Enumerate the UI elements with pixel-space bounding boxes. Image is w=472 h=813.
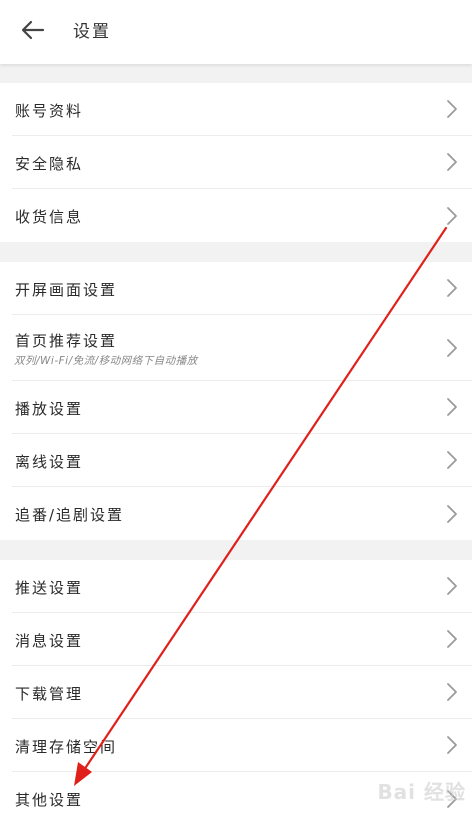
arrow-left-icon	[21, 20, 45, 40]
chevron-right-icon	[447, 683, 457, 701]
chevron-right-icon	[447, 451, 457, 469]
settings-item-home-recommend[interactable]: 首页推荐设置 双列/Wi-Fi/免流/移动网络下自动播放	[12, 315, 472, 381]
chevron-right-icon	[447, 398, 457, 416]
settings-item-label: 消息设置	[15, 632, 84, 650]
settings-item-follow-series[interactable]: 追番/追剧设置	[12, 487, 472, 540]
settings-item-offline[interactable]: 离线设置	[12, 434, 472, 487]
settings-item-label: 下载管理	[15, 685, 84, 703]
settings-item-label: 收货信息	[15, 208, 84, 226]
settings-item-label: 播放设置	[15, 400, 84, 418]
watermark-logo: Bai 经验	[377, 780, 466, 804]
settings-item-label: 其他设置	[15, 791, 84, 809]
chevron-right-icon	[447, 577, 457, 595]
settings-item-splash-screen[interactable]: 开屏画面设置	[12, 262, 472, 315]
settings-item-messages[interactable]: 消息设置	[12, 613, 472, 666]
chevron-right-icon	[447, 630, 457, 648]
page-title: 设置	[73, 22, 111, 42]
settings-item-label: 清理存储空间	[15, 738, 118, 756]
settings-item-label: 推送设置	[15, 579, 84, 597]
settings-item-label: 首页推荐设置	[15, 332, 118, 350]
settings-item-security-privacy[interactable]: 安全隐私	[12, 136, 472, 189]
settings-group-playback: 开屏画面设置 首页推荐设置 双列/Wi-Fi/免流/移动网络下自动播放 播放设置…	[0, 262, 472, 540]
settings-item-label: 开屏画面设置	[15, 281, 118, 299]
chevron-right-icon	[447, 206, 457, 225]
settings-item-label: 追番/追剧设置	[15, 506, 125, 524]
chevron-right-icon	[447, 279, 457, 297]
chevron-right-icon	[447, 338, 457, 357]
top-bar: 设置	[0, 0, 472, 64]
chevron-right-icon	[447, 153, 457, 171]
chevron-right-icon	[447, 736, 457, 754]
settings-item-label: 安全隐私	[15, 155, 84, 173]
chevron-right-icon	[447, 504, 457, 523]
settings-group-account: 账号资料 安全隐私 收货信息	[0, 83, 472, 242]
settings-item-subtitle: 双列/Wi-Fi/免流/移动网络下自动播放	[14, 355, 198, 367]
settings-item-playback[interactable]: 播放设置	[12, 381, 472, 434]
chevron-right-icon	[447, 100, 457, 118]
settings-screen: 设置 账号资料 安全隐私 收货信息 开屏画面设置 首页推荐设置 双列/Wi-Fi…	[0, 0, 472, 813]
settings-item-clear-storage[interactable]: 清理存储空间	[12, 719, 472, 772]
settings-item-downloads[interactable]: 下载管理	[12, 666, 472, 719]
settings-item-label: 账号资料	[15, 102, 84, 120]
back-button[interactable]	[14, 14, 52, 46]
settings-item-shipping-info[interactable]: 收货信息	[12, 189, 472, 242]
settings-item-push[interactable]: 推送设置	[12, 560, 472, 613]
settings-item-account-profile[interactable]: 账号资料	[12, 83, 472, 136]
settings-item-label: 离线设置	[15, 453, 84, 471]
